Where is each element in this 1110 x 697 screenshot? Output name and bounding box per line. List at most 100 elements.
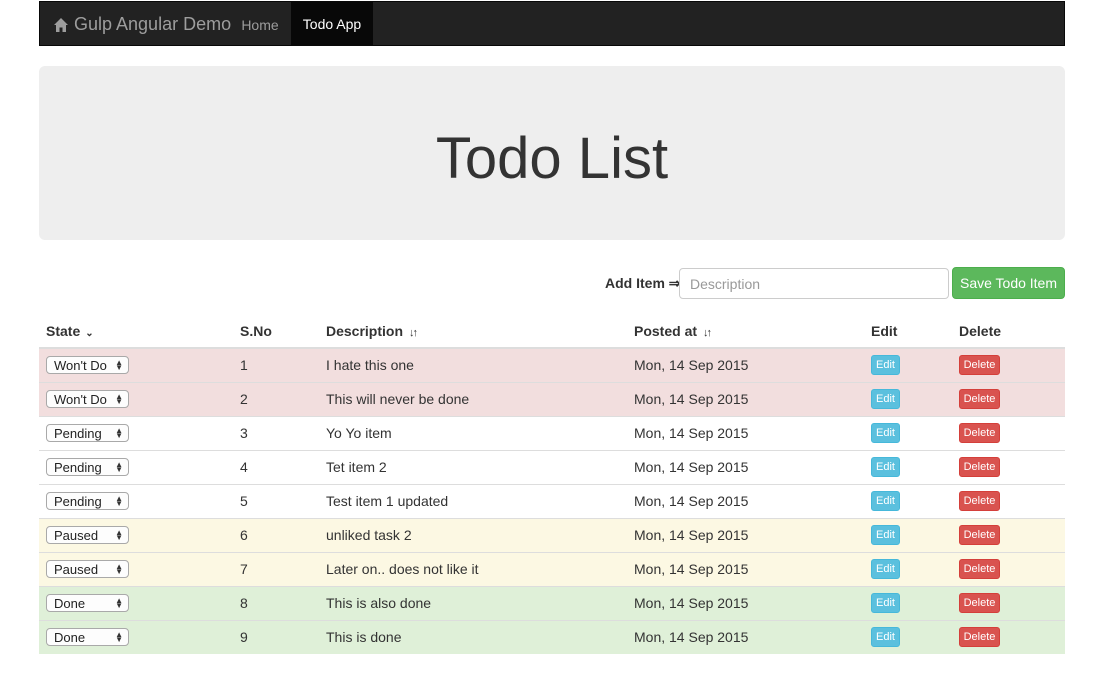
delete-cell: Delete [952,347,1065,382]
edit-cell: Edit [864,415,952,450]
delete-button[interactable]: Delete [959,525,1000,545]
state-value: Done [54,629,86,645]
edit-button[interactable]: Edit [871,491,900,511]
edit-button[interactable]: Edit [871,627,900,648]
delete-button[interactable]: Delete [959,457,1000,477]
state-cell: Pending ▲ ▼ [39,483,233,518]
state-value: Won't Do [54,357,107,373]
table-row: Paused ▲ ▼ 6 unliked task 2 Mon, 14 Sep 2015 E… [39,517,1065,552]
state-value: Done [54,595,86,611]
sno-cell: 3 [233,415,319,450]
edit-button[interactable]: Edit [871,559,900,579]
state-select[interactable]: Pending ▲ ▼ [46,458,129,476]
state-value: Pending [54,459,102,475]
sno-cell: 2 [233,381,319,416]
page-title: Todo List [435,126,669,191]
state-select[interactable]: Paused ▲ ▼ [46,526,129,544]
state-value: Paused [54,561,99,577]
sno-cell: 1 [233,347,319,382]
select-arrows-icon: ▲ ▼ [115,596,123,610]
edit-cell: Edit [864,347,952,382]
sno-cell: 8 [233,585,319,620]
header-posted-at[interactable]: Posted at ↓↑ [627,314,864,349]
posted-at-cell: Mon, 14 Sep 2015 [627,619,864,654]
select-arrows-icon: ▲ ▼ [115,630,123,645]
edit-button[interactable]: Edit [871,525,900,545]
edit-cell: Edit [864,551,952,586]
table-row: Pending ▲ ▼ 5 Test item 1 updated Mon, 14 Sep… [39,483,1065,518]
header-delete: Delete [952,314,1065,349]
delete-button[interactable]: Delete [959,355,1000,376]
header-state[interactable]: State ⌄ [39,314,233,349]
posted-at-cell: Mon, 14 Sep 2015 [627,585,864,620]
table-row: Pending ▲ ▼ 4 Tet item 2 Mon, 14 Sep 2015 Edit… [39,449,1065,484]
edit-button[interactable]: Edit [871,593,900,613]
delete-button[interactable]: Delete [959,559,1000,579]
nav-home[interactable]: Home [230,2,290,47]
select-arrows-icon: ▲ ▼ [115,460,123,474]
description-cell: unliked task 2 [319,517,627,552]
description-cell: Later on.. does not like it [319,551,627,586]
todo-table: State ⌄ S.No Description ↓↑ Posted at ↓↑ Ed… [39,314,1065,654]
navbar: Gulp Angular Demo Home Todo App [39,1,1065,46]
brand-label: Gulp Angular Demo [74,14,232,34]
header-description[interactable]: Description ↓↑ [319,314,627,349]
chevron-down-icon: ⌄ [85,327,94,339]
delete-cell: Delete [952,449,1065,484]
select-arrows-icon: ▲ ▼ [115,494,123,508]
edit-cell: Edit [864,381,952,416]
state-select[interactable]: Paused ▲ ▼ [46,560,129,578]
add-item-label: Add Item ⇒ [605,275,681,291]
delete-button[interactable]: Delete [959,593,1000,613]
header-edit: Edit [864,314,952,349]
sno-cell: 7 [233,551,319,586]
state-value: Pending [54,425,102,441]
select-arrows-icon: ▲ ▼ [115,392,123,406]
brand-link[interactable]: Gulp Angular Demo [53,2,231,47]
state-select[interactable]: Done ▲ ▼ [46,594,129,612]
description-input[interactable] [679,268,949,299]
posted-at-cell: Mon, 14 Sep 2015 [627,517,864,552]
sort-icon[interactable]: ↓↑ [703,327,712,339]
delete-button[interactable]: Delete [959,491,1000,511]
posted-at-cell: Mon, 14 Sep 2015 [627,347,864,382]
delete-cell: Delete [952,415,1065,450]
posted-at-cell: Mon, 14 Sep 2015 [627,415,864,450]
header-posted-label: Posted at [634,322,698,339]
save-todo-button[interactable]: Save Todo Item [952,267,1065,299]
table-row: Paused ▲ ▼ 7 Later on.. does not like it Mon,… [39,551,1065,586]
state-cell: Won't Do ▲ ▼ [39,347,233,382]
delete-button[interactable]: Delete [959,389,1000,409]
state-cell: Paused ▲ ▼ [39,517,233,552]
state-select[interactable]: Pending ▲ ▼ [46,424,129,442]
description-cell: This will never be done [319,381,627,416]
edit-cell: Edit [864,585,952,620]
edit-button[interactable]: Edit [871,423,900,443]
sno-cell: 5 [233,483,319,518]
delete-cell: Delete [952,619,1065,654]
sort-icon[interactable]: ↓↑ [409,327,418,339]
state-select[interactable]: Pending ▲ ▼ [46,492,129,510]
edit-button[interactable]: Edit [871,389,900,409]
edit-cell: Edit [864,619,952,654]
posted-at-cell: Mon, 14 Sep 2015 [627,449,864,484]
state-select[interactable]: Done ▲ ▼ [46,628,129,647]
delete-button[interactable]: Delete [959,627,1000,648]
header-state-label: State [46,322,81,339]
state-cell: Pending ▲ ▼ [39,415,233,450]
state-cell: Done ▲ ▼ [39,619,233,654]
state-cell: Paused ▲ ▼ [39,551,233,586]
edit-cell: Edit [864,449,952,484]
delete-button[interactable]: Delete [959,423,1000,443]
state-select[interactable]: Won't Do ▲ ▼ [46,356,129,375]
edit-button[interactable]: Edit [871,457,900,477]
state-value: Paused [54,527,99,543]
delete-cell: Delete [952,585,1065,620]
state-select[interactable]: Won't Do ▲ ▼ [46,390,129,408]
select-arrows-icon: ▲ ▼ [115,426,123,440]
table-row: Done ▲ ▼ 9 This is done Mon, 14 Sep 2015 Edit D… [39,619,1065,654]
state-cell: Won't Do ▲ ▼ [39,381,233,416]
edit-button[interactable]: Edit [871,355,900,376]
state-value: Won't Do [54,391,107,407]
nav-todo-app[interactable]: Todo App [291,2,373,46]
